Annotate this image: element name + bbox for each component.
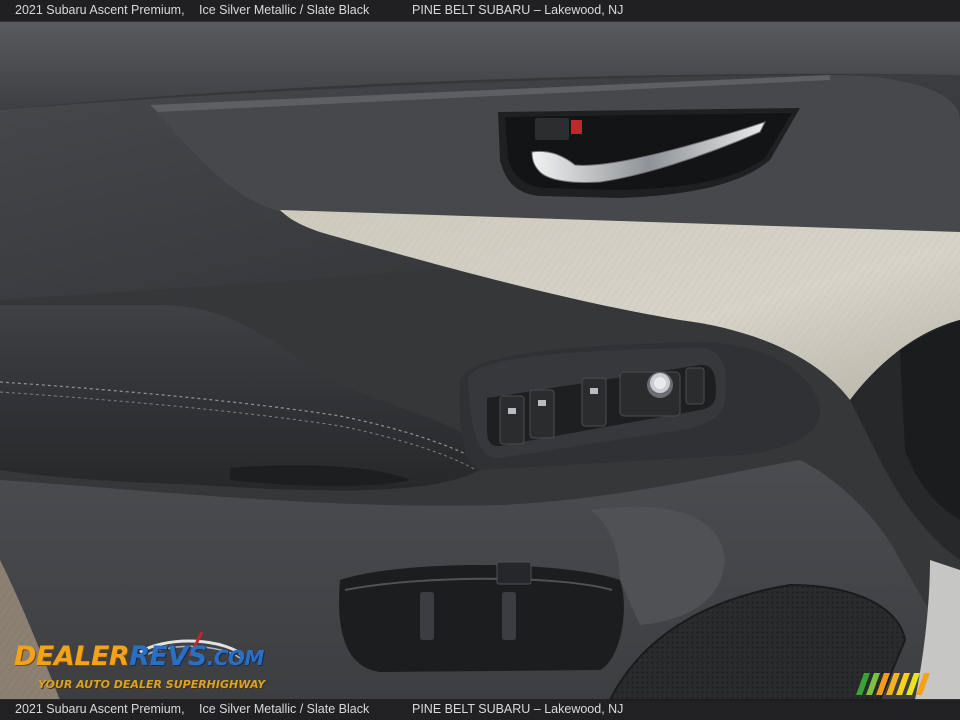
top-caption-bar: 2021 Subaru Ascent Premium, Ice Silver M…	[0, 0, 960, 21]
dealer-name-text-bottom: PINE BELT SUBARU – Lakewood, NJ	[412, 702, 624, 716]
vehicle-color-text: Ice Silver Metallic / Slate Black	[199, 3, 370, 17]
logo-dealer: DEALER	[14, 641, 130, 672]
door-panel-photo	[0, 0, 960, 720]
dealer-name-text: PINE BELT SUBARU – Lakewood, NJ	[412, 3, 624, 17]
vehicle-model-text: 2021 Subaru Ascent Premium,	[15, 3, 185, 17]
logo-com: .COM	[206, 646, 265, 670]
logo-revs: REVS	[129, 641, 207, 672]
dealerrevs-logo-text: DEALERREVS.COM	[14, 641, 264, 672]
stripes-logo-icon	[856, 673, 930, 695]
vehicle-model-text-bottom: 2021 Subaru Ascent Premium,	[15, 702, 185, 716]
vehicle-color-text-bottom: Ice Silver Metallic / Slate Black	[199, 702, 370, 716]
bottom-caption-bar: 2021 Subaru Ascent Premium, Ice Silver M…	[0, 699, 960, 720]
dealerrevs-tagline: YOUR AUTO DEALER SUPERHIGHWAY	[38, 678, 266, 691]
